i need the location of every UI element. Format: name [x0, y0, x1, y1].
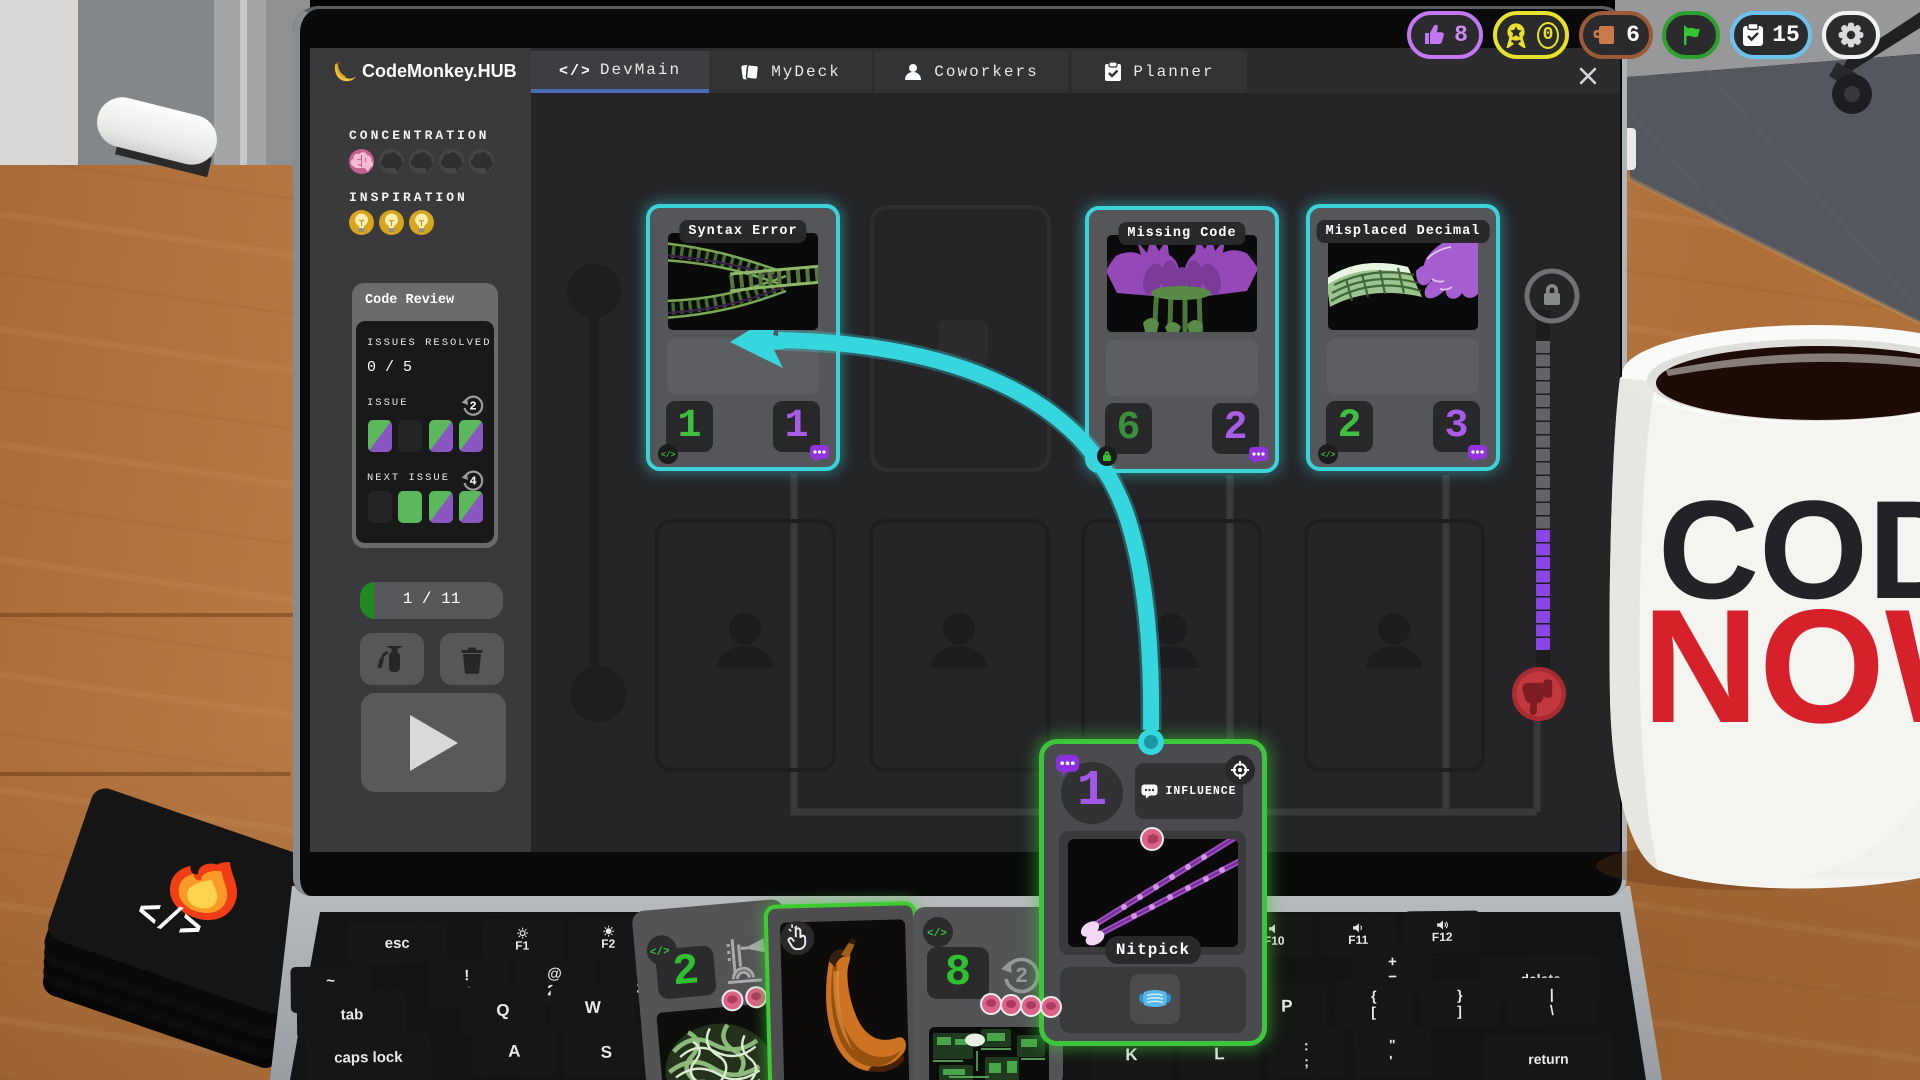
- svg-text:</>: </>: [559, 63, 589, 78]
- svg-text:NOW: NOW: [1642, 576, 1920, 757]
- svg-text:</>: </>: [927, 928, 947, 938]
- svg-text:</>: </>: [1321, 451, 1335, 458]
- svg-text:</>: </>: [661, 451, 675, 458]
- svg-text:</>: </>: [650, 946, 671, 958]
- svg-text:2: 2: [470, 400, 477, 414]
- svg-text:2: 2: [1015, 964, 1028, 989]
- svg-text:4: 4: [470, 475, 477, 489]
